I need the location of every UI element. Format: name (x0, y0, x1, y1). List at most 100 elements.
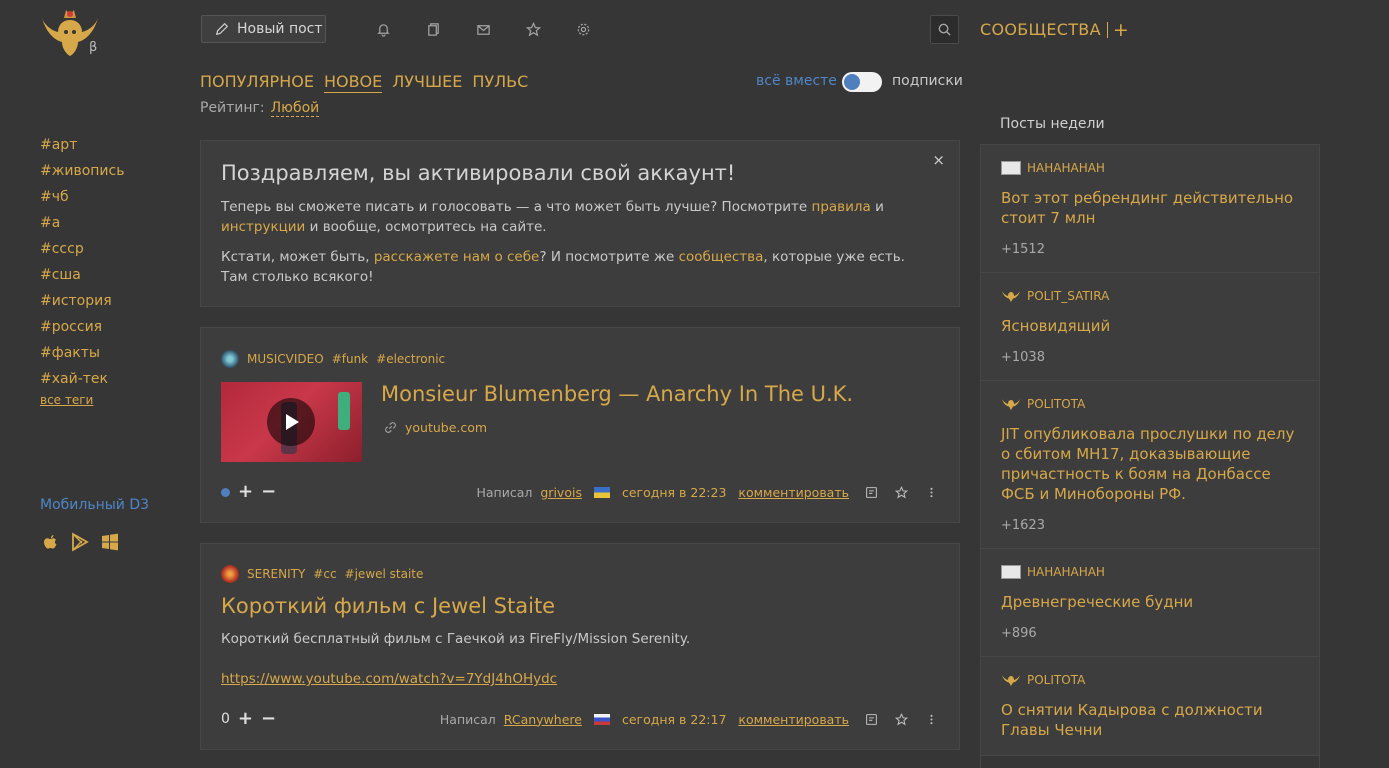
tab-popular[interactable]: ПОПУЛЯРНОЕ (200, 72, 314, 93)
tag-link[interactable]: #история (40, 291, 124, 317)
weekly-post-item[interactable]: HAHAHAHAH Вот этот ребрендинг действител… (981, 145, 1319, 273)
drafts-button[interactable] (424, 20, 442, 38)
weekly-post-item[interactable]: HAHAHAHAH Древнегреческие будни +896 (981, 549, 1319, 657)
tag-link[interactable]: #а (40, 213, 124, 239)
more-options-icon[interactable] (923, 711, 939, 727)
post-tag[interactable]: #jewel staite (345, 567, 424, 581)
community-name[interactable]: HAHAHAHAH (1027, 565, 1105, 579)
post-score: 0 (221, 711, 230, 727)
play-button[interactable] (267, 398, 315, 446)
community-avatar-icon[interactable] (221, 565, 239, 583)
weekly-post-title[interactable]: Вот этот ребрендинг действительно стоит … (1001, 188, 1299, 228)
communities-link[interactable]: СООБЩЕСТВА + (980, 20, 1129, 39)
favorite-star-icon[interactable] (893, 484, 909, 500)
post-footer: 0 + − Написал RCanywhere сегодня в 22:17… (221, 710, 939, 728)
eagle-icon (1001, 673, 1021, 687)
messages-button[interactable] (474, 20, 492, 38)
tag-link[interactable]: #хай-тек (40, 369, 124, 395)
rules-link[interactable]: правила (812, 199, 871, 215)
comment-link[interactable]: комментировать (738, 485, 849, 500)
communities-text-link[interactable]: сообщества (679, 249, 764, 265)
community-name[interactable]: POLIT_SATIRA (1027, 289, 1109, 303)
weekly-post-title[interactable]: Древнегреческие будни (1001, 592, 1299, 612)
favorites-button[interactable] (524, 20, 542, 38)
weekly-posts-list: HAHAHAHAH Вот этот ребрендинг действител… (980, 144, 1320, 768)
tag-link[interactable]: #арт (40, 135, 124, 161)
weekly-post-score: +1623 (1001, 518, 1045, 533)
feed-toggle[interactable] (842, 72, 882, 92)
tab-pulse[interactable]: ПУЛЬС (472, 72, 528, 93)
about-me-link[interactable]: расскажете нам о себе (374, 249, 540, 265)
settings-button[interactable] (574, 20, 592, 38)
post-tag[interactable]: #electronic (376, 352, 445, 366)
new-post-button[interactable]: Новый пост (201, 15, 326, 43)
community-name[interactable]: POLITOTA (1027, 397, 1085, 411)
weekly-post-score: +1038 (1001, 350, 1045, 365)
tag-link[interactable]: #чб (40, 187, 124, 213)
author-link[interactable]: grivois (540, 485, 582, 500)
post-tag[interactable]: #cc (313, 567, 336, 581)
all-tags-link[interactable]: все теги (40, 393, 124, 407)
weekly-post-item[interactable]: POLITOTA О снятии Кадырова с должности Г… (981, 657, 1319, 756)
community-name[interactable]: POLITOTA (1027, 673, 1085, 687)
post-title[interactable]: Monsieur Blumenberg — Anarchy In The U.K… (381, 382, 853, 406)
rating-dropdown[interactable]: Любой (270, 100, 320, 117)
weekly-post-title[interactable]: JIT опубликовала прослушки по делу о сби… (1001, 424, 1299, 504)
vote-controls: 0 + − (221, 710, 276, 728)
post-date-link[interactable]: сегодня в 22:17 (622, 712, 726, 727)
post-footer: + − Написал grivois сегодня в 22:23 комм… (221, 483, 939, 501)
tag-link[interactable]: #живопись (40, 161, 124, 187)
filter-all-together[interactable]: всё вместе (756, 73, 837, 89)
windows-icon[interactable] (100, 531, 120, 553)
downvote-button[interactable]: − (261, 710, 276, 728)
weekly-post-community: POLITOTA (1001, 397, 1299, 411)
play-icon (286, 414, 299, 430)
tab-new[interactable]: НОВОЕ (323, 72, 383, 93)
video-thumbnail[interactable] (221, 382, 362, 462)
upvote-button[interactable]: + (238, 710, 253, 728)
more-options-icon[interactable] (923, 484, 939, 500)
tag-link[interactable]: #факты (40, 343, 124, 369)
mobile-app-label[interactable]: Мобильный D3 (40, 497, 149, 513)
filter-subscriptions[interactable]: подписки (892, 73, 963, 89)
favorite-star-icon[interactable] (893, 711, 909, 727)
post-source-link[interactable]: youtube.com (384, 420, 487, 435)
eagle-icon (1001, 397, 1021, 411)
link-domain: youtube.com (405, 420, 488, 435)
tag-link[interactable]: #сша (40, 265, 124, 291)
tag-link[interactable]: #ссср (40, 239, 124, 265)
comments-count-icon[interactable] (863, 484, 879, 500)
community-link[interactable]: MUSICVIDEO (247, 352, 324, 366)
apple-icon[interactable] (40, 531, 60, 553)
google-play-icon[interactable] (70, 531, 90, 553)
author-link[interactable]: RCanywhere (504, 712, 582, 727)
written-by-label: Написал (476, 484, 533, 500)
weekly-post-title[interactable]: Ясновидящий (1001, 316, 1299, 336)
post-url-link[interactable]: https://www.youtube.com/watch?v=7YdJ4hOH… (221, 671, 557, 687)
upvote-button[interactable]: + (238, 483, 253, 501)
post-tag[interactable]: #funk (332, 352, 368, 366)
community-name[interactable]: HAHAHAHAH (1027, 161, 1105, 175)
close-icon[interactable]: × (932, 151, 945, 169)
tab-best[interactable]: ЛУЧШЕЕ (392, 72, 462, 93)
weekly-post-community: POLITOTA (1001, 673, 1299, 687)
notifications-button[interactable] (374, 20, 392, 38)
beta-label: β (89, 40, 98, 55)
comments-count-icon[interactable] (863, 711, 879, 727)
add-community-button[interactable]: + (1113, 20, 1129, 39)
comment-link[interactable]: комментировать (738, 712, 849, 727)
community-avatar-icon[interactable] (221, 350, 239, 368)
weekly-post-title[interactable]: О снятии Кадырова с должности Главы Чечн… (1001, 700, 1299, 740)
weekly-post-item[interactable]: POLITOTA JIT опубликовала прослушки по д… (981, 381, 1319, 549)
instructions-link[interactable]: инструкции (221, 219, 305, 235)
weekly-post-community: HAHAHAHAH (1001, 161, 1299, 175)
post-date-link[interactable]: сегодня в 22:23 (622, 485, 726, 500)
tag-link[interactable]: #россия (40, 317, 124, 343)
downvote-button[interactable]: − (261, 483, 276, 501)
weekly-post-item[interactable]: POLIT_SATIRA Ясновидящий +1038 (981, 273, 1319, 381)
community-link[interactable]: SERENITY (247, 567, 305, 581)
search-button[interactable] (930, 15, 959, 44)
rating-filter: Рейтинг: Любой (200, 100, 320, 117)
post-meta: SERENITY #cc #jewel staite (221, 565, 423, 583)
post-title[interactable]: Короткий фильм с Jewel Staite (221, 594, 555, 618)
